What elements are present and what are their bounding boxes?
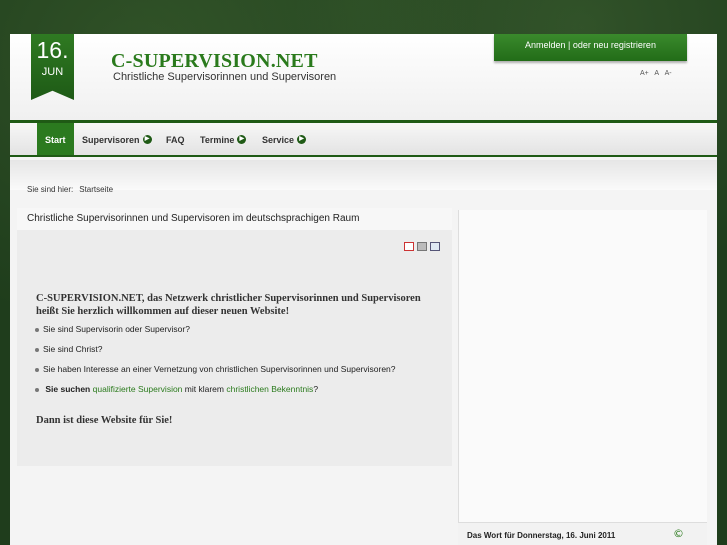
nav-divider <box>10 155 717 157</box>
site-subtitle: Christliche Supervisorinnen und Supervis… <box>113 71 337 83</box>
list-item: Sie suchen qualifizierte Supervision mit… <box>35 384 318 394</box>
font-reset-icon[interactable]: A <box>654 70 659 77</box>
supervision-link[interactable]: qualifizierte Supervision <box>93 384 183 394</box>
date-month: JUN <box>41 66 64 78</box>
nav-item-start[interactable]: Start <box>37 123 74 157</box>
list-item: Sie sind Supervisorin oder Supervisor? <box>35 324 190 334</box>
breadcrumb: Sie sind hier: Startseite <box>27 185 113 194</box>
date-day: 16. <box>36 37 69 63</box>
font-increase-icon[interactable]: A+ <box>640 70 649 77</box>
email-icon[interactable] <box>430 242 440 251</box>
nav-item-label: Supervisoren <box>82 135 140 145</box>
list-item: Sie haben Interesse an einer Vernetzung … <box>35 364 396 374</box>
daily-word-title[interactable]: Das Wort für Donnerstag, 16. Juni 2011 <box>467 531 615 540</box>
content-title: Christliche Supervisorinnen und Supervis… <box>27 213 360 224</box>
bible-icon: © <box>673 527 684 540</box>
nav-item-service[interactable]: Service ▶ <box>254 123 314 157</box>
font-decrease-icon[interactable]: A- <box>665 70 672 77</box>
main-nav: Start Supervisoren ▶ FAQ Termine ▶ Service… <box>10 120 717 157</box>
arrow-right-icon: ▶ <box>142 135 152 145</box>
bekenntnis-link[interactable]: christlichen Bekenntnis <box>226 384 313 394</box>
nav-item-termine[interactable]: Termine ▶ <box>192 123 254 157</box>
nav-item-label: Service <box>262 135 295 145</box>
arrow-right-icon: ▶ <box>297 135 307 145</box>
nav-item-label: Termine <box>200 135 235 145</box>
header: 16. JUN C-SUPERVISION.NET Christliche Su… <box>10 34 717 120</box>
main-content: Christliche Supervisorinnen und Supervis… <box>17 208 452 466</box>
site-title[interactable]: C-SUPERVISION.NET <box>111 50 318 73</box>
article-tools <box>404 242 443 261</box>
header-band <box>10 160 717 190</box>
bullet-text: mit klarem <box>184 384 224 394</box>
closing-text: Dann ist diese Website für Sie! <box>36 415 173 426</box>
bullet-bold: Sie suchen <box>45 384 91 394</box>
list-item: Sie sind Christ? <box>35 344 103 354</box>
bullet-end: ? <box>313 384 319 394</box>
arrow-right-icon: ▶ <box>237 135 247 145</box>
nav-item-faq[interactable]: FAQ <box>158 123 193 157</box>
nav-item-supervisoren[interactable]: Supervisoren ▶ <box>74 123 160 157</box>
pdf-icon[interactable] <box>404 242 414 251</box>
intro-text: C-SUPERVISION.NET, das Netzwerk christli… <box>36 293 421 317</box>
daily-word-bar: Das Wort für Donnerstag, 16. Juni 2011 © <box>458 522 707 545</box>
login-register-link[interactable]: Anmelden | oder neu registrieren <box>494 34 687 61</box>
breadcrumb-prefix: Sie sind hier: <box>27 185 74 194</box>
font-size-tools: A+ A A- <box>640 70 676 77</box>
print-icon[interactable] <box>417 242 427 251</box>
date-ribbon: 16. JUN <box>31 34 74 100</box>
breadcrumb-current[interactable]: Startseite <box>79 185 113 194</box>
page: 16. JUN C-SUPERVISION.NET Christliche Su… <box>10 34 717 545</box>
sidebar <box>458 210 707 522</box>
